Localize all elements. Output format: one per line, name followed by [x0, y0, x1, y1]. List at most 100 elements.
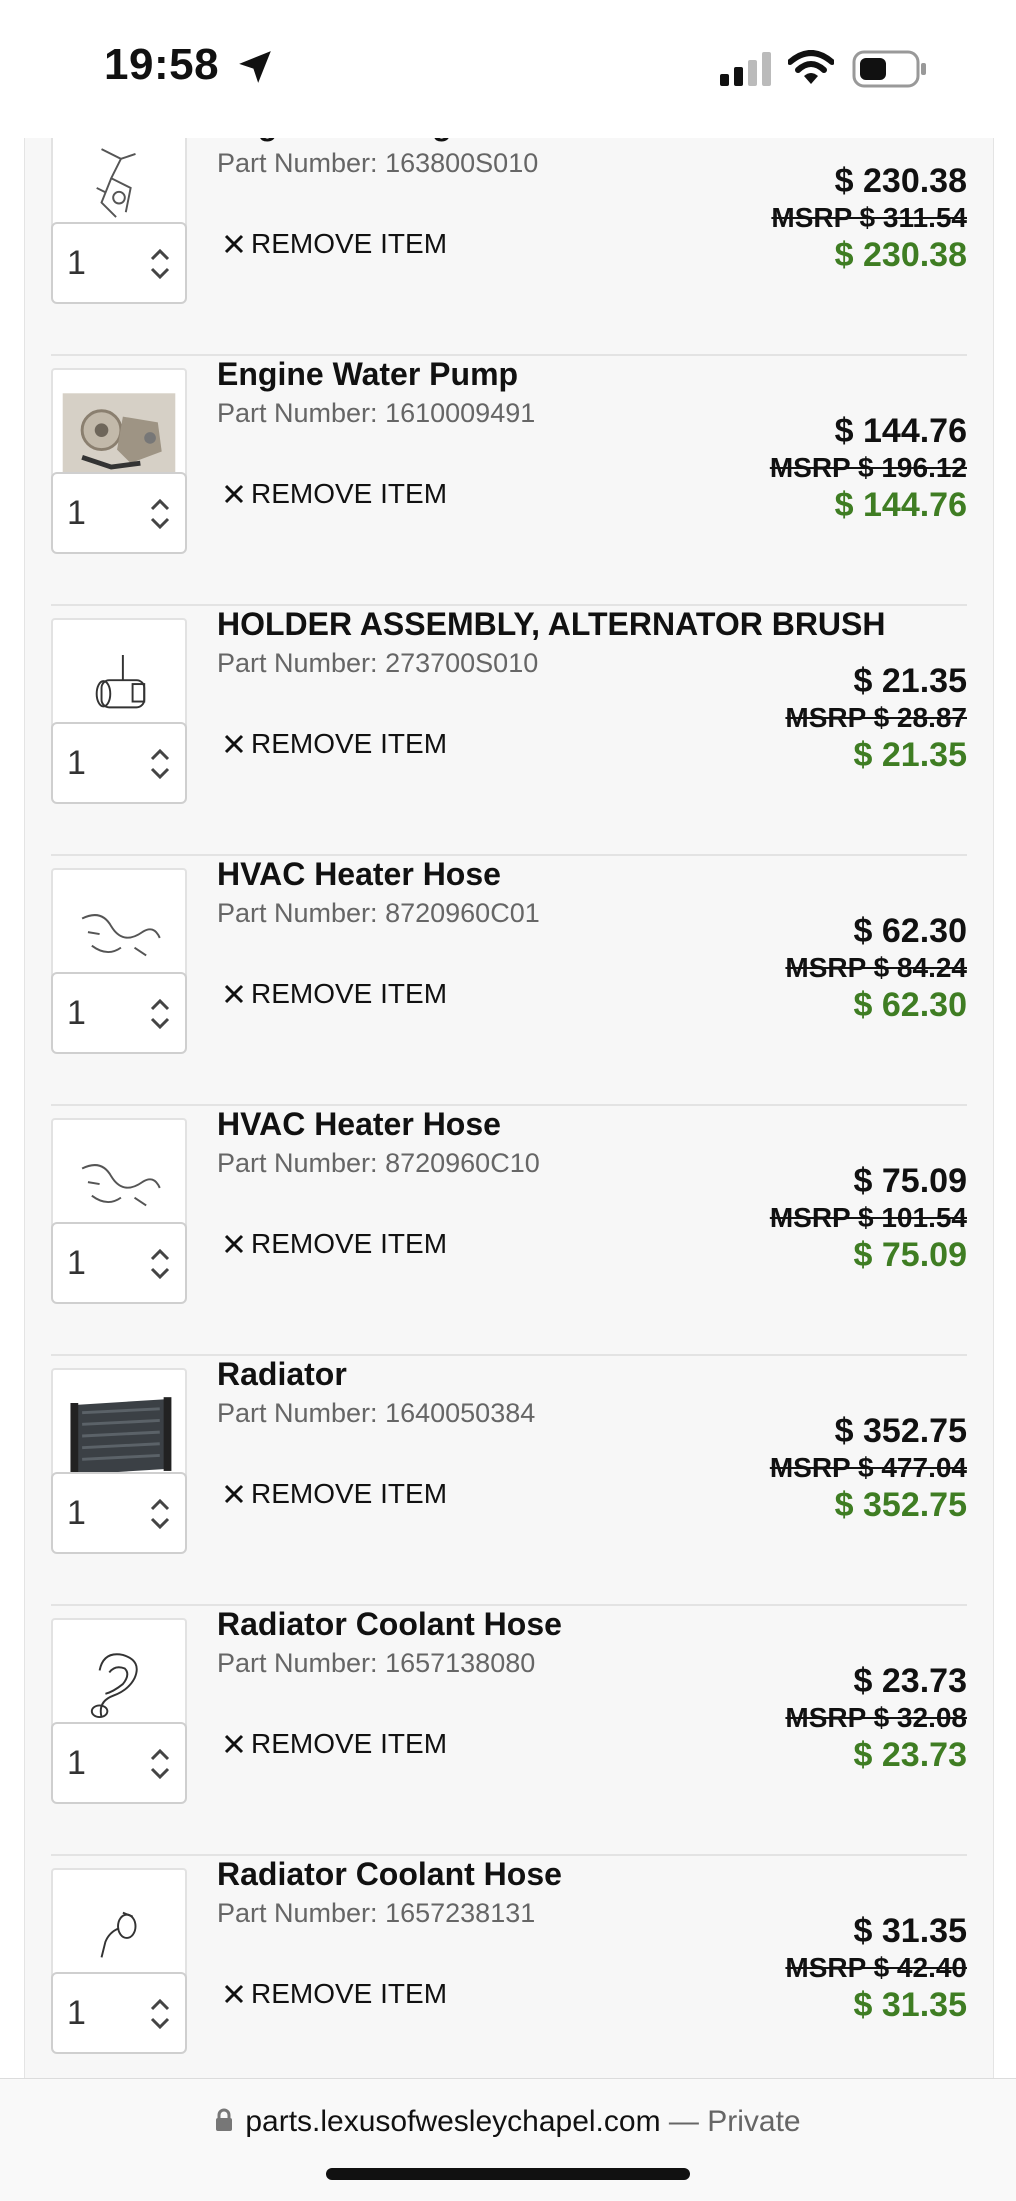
- stepper-arrows-icon[interactable]: [149, 1496, 171, 1532]
- quantity-value: 1: [67, 1494, 86, 1532]
- cart-item: 1 HOLDER ASSEMBLY, ALTERNATOR BRUSH Part…: [51, 604, 967, 856]
- part-number-label: Part Number:: [217, 1398, 378, 1428]
- quantity-value: 1: [67, 1994, 86, 2032]
- stepper-arrows-icon[interactable]: [149, 996, 171, 1032]
- part-number: Part Number: 1610009491: [217, 398, 535, 429]
- item-name[interactable]: Engine Water Pump: [217, 356, 518, 393]
- sale-price: $ 144.76: [834, 486, 967, 524]
- item-price: $ 62.30: [853, 912, 967, 950]
- part-number: Part Number: 273700S010: [217, 648, 538, 679]
- item-price: $ 144.76: [834, 412, 967, 450]
- item-name[interactable]: HVAC Heater Hose: [217, 1106, 501, 1143]
- quantity-value: 1: [67, 1244, 86, 1282]
- url-separator: —: [668, 2105, 699, 2138]
- stepper-arrows-icon[interactable]: [149, 246, 171, 282]
- stepper-arrows-icon[interactable]: [149, 746, 171, 782]
- location-arrow-icon: [239, 51, 271, 83]
- close-icon: [224, 1234, 244, 1253]
- item-name[interactable]: Radiator Coolant Hose: [217, 1856, 562, 1893]
- wifi-icon: [788, 50, 834, 84]
- sale-price: $ 31.35: [853, 1986, 967, 2024]
- sale-price: $ 21.35: [853, 736, 967, 774]
- cart-item: 1 Engine Cooling Fan Clutch Bracket Part…: [51, 138, 967, 356]
- close-icon: [224, 1484, 244, 1503]
- item-name[interactable]: HOLDER ASSEMBLY, ALTERNATOR BRUSH: [217, 606, 885, 643]
- part-number-label: Part Number:: [217, 398, 378, 428]
- part-number-label: Part Number:: [217, 1648, 378, 1678]
- quantity-stepper[interactable]: 1: [51, 222, 187, 304]
- part-number-value: 1657138080: [385, 1648, 536, 1678]
- quantity-stepper[interactable]: 1: [51, 722, 187, 804]
- lock-icon: [216, 2108, 233, 2132]
- remove-item-label: REMOVE ITEM: [251, 1228, 448, 1259]
- remove-item-label: REMOVE ITEM: [251, 228, 448, 259]
- remove-item-button[interactable]: REMOVE ITEM: [223, 1728, 447, 1760]
- stepper-arrows-icon[interactable]: [149, 1746, 171, 1782]
- msrp-price: MSRP $ 196.12: [769, 452, 967, 483]
- sale-price: $ 75.09: [853, 1236, 967, 1274]
- remove-item-button[interactable]: REMOVE ITEM: [223, 1978, 447, 2010]
- part-number: Part Number: 163800S010: [217, 148, 538, 179]
- item-price: $ 352.75: [834, 1412, 967, 1450]
- quantity-value: 1: [67, 1744, 86, 1782]
- part-number-label: Part Number:: [217, 148, 378, 178]
- sale-price: $ 352.75: [834, 1486, 967, 1524]
- quantity-stepper[interactable]: 1: [51, 472, 187, 554]
- remove-item-button[interactable]: REMOVE ITEM: [223, 728, 447, 760]
- remove-item-button[interactable]: REMOVE ITEM: [223, 1228, 447, 1260]
- part-number: Part Number: 1657238131: [217, 1898, 535, 1929]
- status-bar: 19:58: [0, 0, 1016, 138]
- quantity-stepper[interactable]: 1: [51, 1972, 187, 2054]
- part-number: Part Number: 8720960C10: [217, 1148, 540, 1179]
- msrp-price: MSRP $ 311.54: [771, 202, 967, 233]
- remove-item-label: REMOVE ITEM: [251, 478, 448, 509]
- part-number-label: Part Number:: [217, 648, 378, 678]
- item-name[interactable]: Radiator: [217, 1356, 347, 1393]
- close-icon: [224, 984, 244, 1003]
- item-name[interactable]: Engine Cooling Fan Clutch Bracket: [217, 138, 752, 143]
- msrp-price: MSRP $ 477.04: [769, 1452, 967, 1483]
- close-icon: [224, 1734, 244, 1753]
- part-number-label: Part Number:: [217, 1148, 378, 1178]
- sale-price: $ 23.73: [853, 1736, 967, 1774]
- stepper-arrows-icon[interactable]: [149, 496, 171, 532]
- home-indicator[interactable]: [326, 2168, 690, 2180]
- part-number: Part Number: 8720960C01: [217, 898, 540, 929]
- remove-item-label: REMOVE ITEM: [251, 978, 448, 1009]
- remove-item-button[interactable]: REMOVE ITEM: [223, 478, 447, 510]
- quantity-stepper[interactable]: 1: [51, 1472, 187, 1554]
- part-number: Part Number: 1657138080: [217, 1648, 535, 1679]
- quantity-stepper[interactable]: 1: [51, 1722, 187, 1804]
- remove-item-button[interactable]: REMOVE ITEM: [223, 978, 447, 1010]
- remove-item-label: REMOVE ITEM: [251, 1478, 448, 1509]
- cart-page: 1 Engine Cooling Fan Clutch Bracket Part…: [24, 138, 994, 2078]
- quantity-stepper[interactable]: 1: [51, 972, 187, 1054]
- remove-item-button[interactable]: REMOVE ITEM: [223, 1478, 447, 1510]
- item-name[interactable]: Radiator Coolant Hose: [217, 1606, 562, 1643]
- quantity-stepper[interactable]: 1: [51, 1222, 187, 1304]
- stepper-arrows-icon[interactable]: [149, 1246, 171, 1282]
- part-number-label: Part Number:: [217, 1898, 378, 1928]
- msrp-price: MSRP $ 101.54: [769, 1202, 967, 1233]
- item-price: $ 75.09: [853, 1162, 967, 1200]
- msrp-price: MSRP $ 42.40: [785, 1952, 967, 1983]
- quantity-value: 1: [67, 994, 86, 1032]
- url-display[interactable]: parts.lexusofwesleychapel.com — Private: [0, 2105, 1016, 2139]
- item-price: $ 31.35: [853, 1912, 967, 1950]
- close-icon: [224, 484, 244, 503]
- msrp-price: MSRP $ 32.08: [785, 1702, 967, 1733]
- part-number-value: 8720960C10: [385, 1148, 540, 1178]
- close-icon: [224, 234, 244, 253]
- item-name[interactable]: HVAC Heater Hose: [217, 856, 501, 893]
- remove-item-button[interactable]: REMOVE ITEM: [223, 228, 447, 260]
- remove-item-label: REMOVE ITEM: [251, 1728, 448, 1759]
- item-price: $ 23.73: [853, 1662, 967, 1700]
- item-price: $ 21.35: [853, 662, 967, 700]
- cart-item: 1 Radiator Part Number: 1640050384 REMOV…: [51, 1354, 967, 1606]
- remove-item-label: REMOVE ITEM: [251, 1978, 448, 2009]
- stepper-arrows-icon[interactable]: [149, 1996, 171, 2032]
- part-number-value: 1610009491: [385, 398, 536, 428]
- cart-item: 1 Engine Water Pump Part Number: 1610009…: [51, 354, 967, 606]
- browser-url-bar[interactable]: parts.lexusofwesleychapel.com — Private: [0, 2078, 1016, 2201]
- msrp-price: MSRP $ 84.24: [785, 952, 967, 983]
